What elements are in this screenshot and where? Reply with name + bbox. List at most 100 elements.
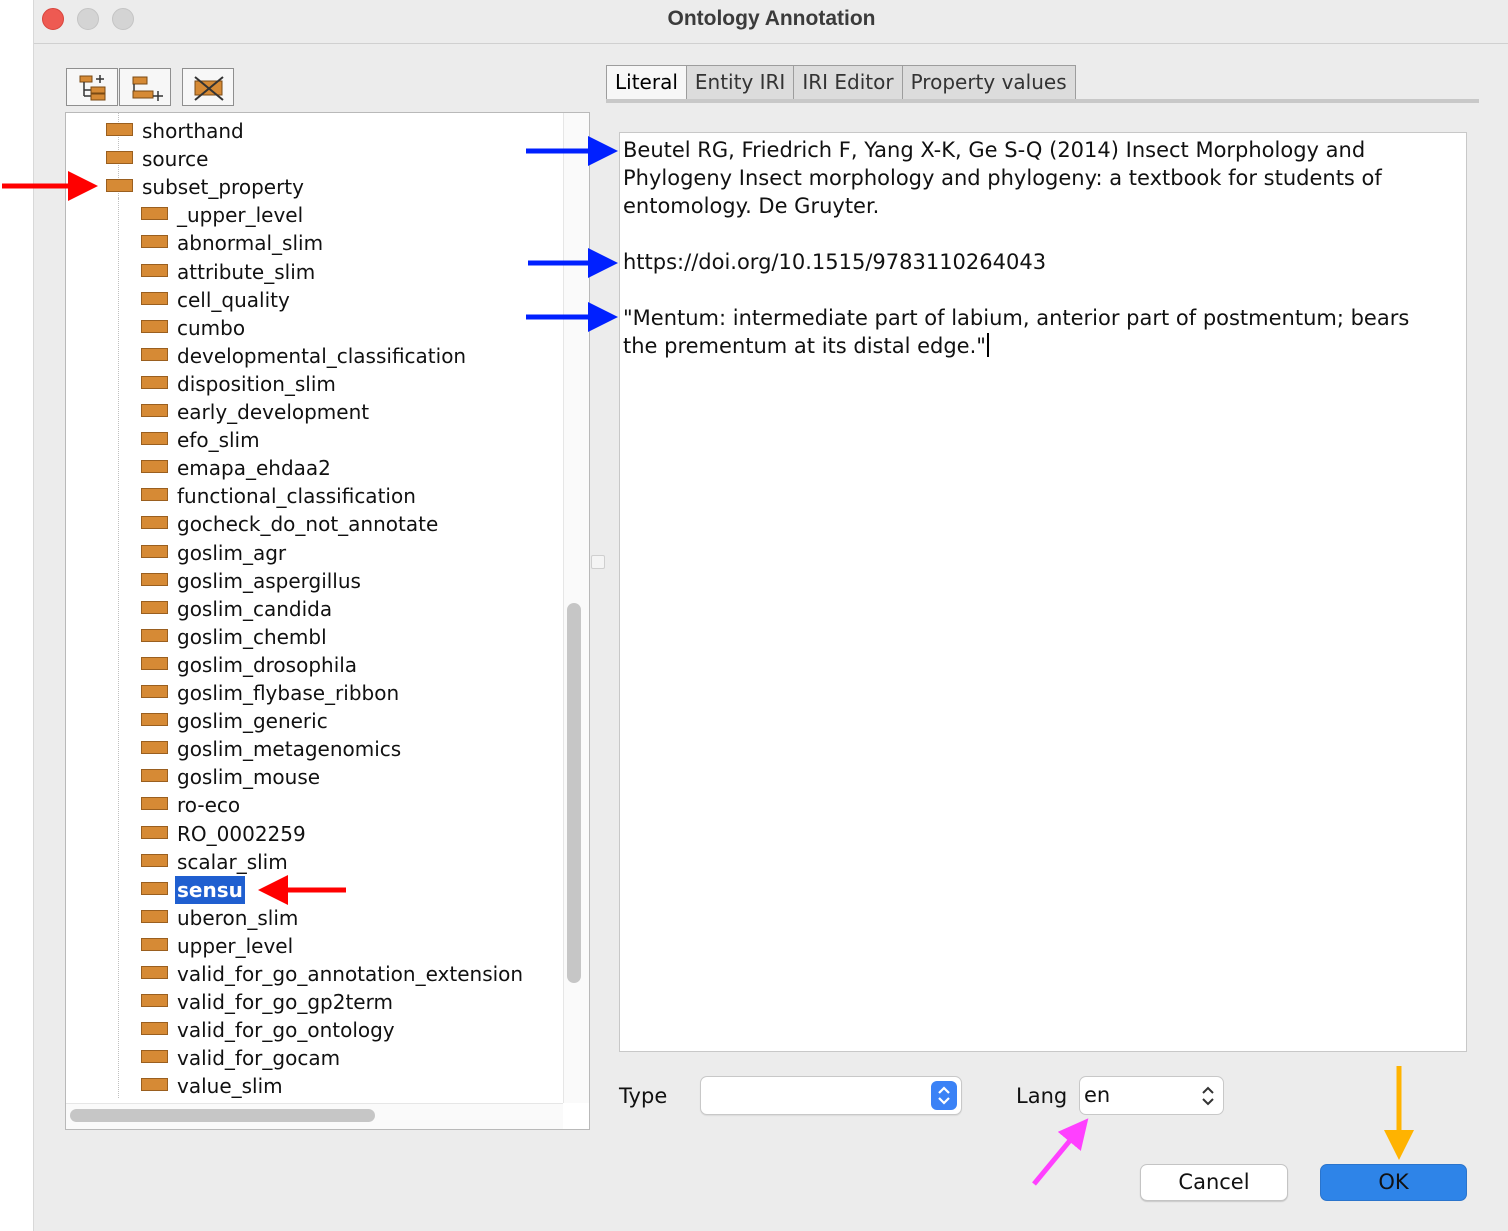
property-tree[interactable]: shorthand source subset_property _upper_lev… [65,112,590,1130]
annotation-property-icon [141,628,168,642]
tree-item-label: functional_classification [177,484,416,509]
tree-vertical-scroll-thumb[interactable] [567,603,581,983]
tree-item-label: goslim_metagenomics [177,737,402,762]
tree-item-label: ro-eco [177,793,241,818]
tab-literal[interactable]: Literal [606,65,687,100]
annotation-property-icon [141,1050,168,1064]
annotation-property-icon [141,881,168,895]
lang-label: Lang [1016,1084,1068,1108]
tree-item-label: goslim_agr [177,540,287,565]
tree-item-label: cumbo [177,315,246,340]
lang-combo-box[interactable]: en [1079,1076,1224,1115]
window-title: Ontology Annotation [667,7,876,30]
annotation-property-icon [141,375,168,389]
tree-item-label: RO_0002259 [177,821,306,846]
annotation-property-icon [141,291,168,305]
tree-item-label: value_slim [177,1074,283,1099]
title-bar: Ontology Annotation [34,0,1508,44]
annotation-property-icon [141,404,168,417]
tab-property-values[interactable]: Property values [902,65,1076,100]
tree-item-label: goslim_candida [177,596,333,621]
literal-doi-text: https://doi.org/10.1515/9783110264043 [623,250,1047,274]
select-stepper-icon [931,1081,957,1110]
tree-item-label: goslim_flybase_ribbon [177,681,400,705]
annotation-property-icon [141,600,168,614]
annotation-property-icon [141,1022,168,1036]
annotation-property-icon [141,263,168,277]
annotation-property-icon [141,544,168,558]
tree-item-label: uberon_slim [177,905,299,930]
literal-definition-content: "Mentum: intermediate part of labium, an… [623,306,1410,358]
annotation-property-icon [141,572,168,586]
tree-item-label: valid_for_go_ontology [177,1018,395,1043]
delete-property-button[interactable] [182,68,234,106]
annotation-property-icon [141,909,168,923]
annotation-property-icon [141,207,168,221]
tree-item-label: developmental_classification [177,343,467,368]
tree-item-label: disposition_slim [177,371,336,396]
annotation-property-icon [141,656,168,670]
tree-item-label: efo_slim [177,428,260,453]
tree-item-label: sensu [175,875,245,904]
tree-item-label: goslim_mouse [177,765,321,790]
literal-text-area[interactable]: Beutel RG, Friedrich F, Yang X-K, Ge S-Q… [619,132,1467,1052]
literal-definition-text: "Mentum: intermediate part of labium, an… [623,304,1463,360]
add-sibling-property-button[interactable] [119,68,171,106]
tree-item-label: cell_quality [177,287,290,312]
annotation-property-icon [141,685,168,698]
tree-item-label: early_development [177,400,370,424]
tree-item-label: scalar_slim [177,849,288,874]
tree-item-label: gocheck_do_not_annotate [177,512,439,537]
annotation-property-icon [141,1078,168,1092]
tree-item-label: shorthand [142,119,244,143]
annotation-property-icon [141,853,168,867]
annotation-property-icon [141,460,168,474]
tree-item-label: source [142,147,209,172]
type-label: Type [619,1084,668,1108]
tree-item-label: goslim_generic [177,709,328,734]
tree-item-label: goslim_aspergillus [177,568,361,593]
tab-iri-editor[interactable]: IRI Editor [794,65,903,100]
delete-property-icon [194,76,224,101]
annotation-property-icon [141,769,168,783]
annotation-property-icon [141,797,168,811]
literal-citation-text: Beutel RG, Friedrich F, Yang X-K, Ge S-Q… [623,138,1382,218]
add-sub-property-icon [79,75,106,101]
tab-strip-underline [606,99,1479,103]
tree-item-label: emapa_ehdaa2 [177,456,331,481]
annotation-property-icon [106,179,133,193]
type-select[interactable] [700,1076,962,1115]
tree-guide-line [118,198,119,1098]
annotation-property-icon [106,151,133,165]
tree-item-label: upper_level [177,933,294,958]
tree-item-label: goslim_drosophila [177,652,358,677]
annotation-property-icon [141,741,168,755]
tree-item-label: valid_for_go_gp2term [177,990,393,1015]
annotation-property-icon [141,713,168,727]
tree-item-label: attribute_slim [177,259,316,284]
editor-tabs: Literal Entity IRI IRI Editor Property v… [606,65,1076,100]
annotation-property-icon [141,516,168,530]
ok-button[interactable]: OK [1320,1164,1467,1201]
annotation-property-icon [106,123,133,136]
cancel-button[interactable]: Cancel [1140,1164,1288,1201]
annotation-property-icon [141,994,168,1008]
annotation-property-icon [141,319,168,333]
annotation-property-icon [141,966,168,979]
tree-item-label: valid_for_gocam [177,1046,341,1071]
add-sibling-property-icon [132,76,163,101]
annotation-property-icon [141,937,168,951]
annotation-property-icon [141,347,168,361]
tree-horizontal-scroll-thumb[interactable] [70,1109,375,1122]
add-sub-property-button[interactable] [66,68,118,106]
annotation-property-icon [141,235,168,249]
tab-entity-iri[interactable]: Entity IRI [686,65,795,100]
tree-item-label: goslim_chembl [177,624,327,649]
lang-value: en [1084,1083,1111,1107]
tree-item-label: abnormal_slim [177,231,324,256]
split-pane-divider[interactable] [591,555,605,569]
annotation-property-icon [141,432,168,446]
annotation-property-icon [141,488,168,502]
tree-item-label: valid_for_go_annotation_extension [177,962,524,986]
select-stepper-icon [1199,1083,1217,1109]
